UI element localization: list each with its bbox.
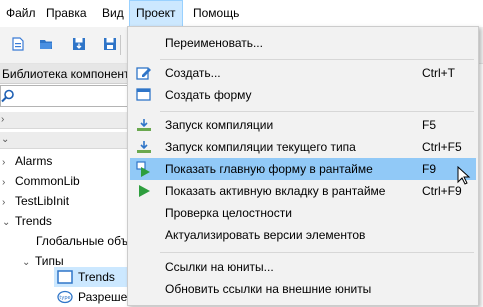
menu-item-label: Ссылки на юниты...: [165, 260, 274, 274]
library-search-input[interactable]: [0, 85, 131, 107]
save-icon[interactable]: [72, 37, 86, 51]
menu-item-update-external-unit-links[interactable]: Обновить ссылки на внешние юниты: [130, 278, 476, 300]
tree-item-label: CommonLib: [15, 174, 80, 188]
menu-bar: Файл Правка Вид Проект Помощь: [0, 0, 483, 27]
save-all-icon[interactable]: [103, 37, 117, 51]
toolbar-separator: [120, 35, 121, 55]
type-icon: type: [57, 290, 73, 304]
tree-item-label: Trends: [15, 214, 52, 228]
play-icon: [139, 185, 150, 197]
menu-item-compile[interactable]: Запуск компиляции F5: [130, 114, 476, 136]
new-form-icon: [136, 88, 151, 101]
project-menu: Переименовать... Создать... Ctrl+T Созда…: [127, 26, 479, 306]
menu-item-compile-current-type[interactable]: Запуск компиляции текущего типа Ctrl+F5: [130, 136, 476, 158]
tree-item-label: Глобальные объ: [36, 234, 129, 248]
menu-item-shortcut: F9: [422, 162, 437, 176]
expand-arrow-icon: ›: [2, 177, 6, 188]
menu-file[interactable]: Файл: [0, 0, 42, 27]
tree-item-label: Trends: [78, 270, 115, 284]
tree-item-label: Alarms: [15, 154, 53, 168]
menu-separator: [160, 59, 474, 60]
form-icon: [57, 270, 73, 284]
search-icon: [1, 89, 14, 103]
menu-item-label: Показать активную вкладку в рантайме: [165, 184, 386, 198]
menu-item-integrity-check[interactable]: Проверка целостности: [130, 202, 476, 224]
tree-item-label: Типы: [35, 254, 64, 268]
menu-item-shortcut: F5: [422, 118, 437, 132]
new-file-icon[interactable]: [11, 37, 25, 51]
menu-item-label: Переименовать...: [165, 36, 263, 50]
tree-item-global-objects[interactable]: Глобальные объ: [36, 231, 128, 251]
chevron-down-icon: ⌄: [1, 134, 10, 145]
svg-text:type: type: [59, 295, 70, 301]
menu-item-label: Проверка целостности: [165, 206, 292, 220]
collapse-arrow-icon: ⌄: [2, 217, 11, 228]
menu-view[interactable]: Вид: [96, 0, 130, 27]
expand-arrow-icon: ›: [2, 197, 6, 208]
menu-edit[interactable]: Правка: [40, 0, 93, 27]
run-form-icon: [136, 161, 150, 177]
tree-item-permissions[interactable]: type Разрешения: [54, 287, 147, 307]
menu-help[interactable]: Помощь: [187, 0, 245, 27]
compile-type-icon: [137, 141, 151, 153]
menu-item-label: Создать форму: [165, 88, 252, 102]
library-group-expanded[interactable]: ⌄: [0, 132, 131, 149]
menu-separator: [160, 252, 474, 253]
tree-item-alarms[interactable]: › Alarms: [2, 151, 52, 171]
menu-separator: [160, 111, 474, 112]
menu-item-label: Запуск компиляции текущего типа: [165, 140, 356, 154]
expand-arrow-icon: ›: [2, 157, 6, 168]
menu-item-show-active-tab-runtime[interactable]: Показать активную вкладку в рантайме Ctr…: [130, 180, 476, 202]
compile-icon: [137, 119, 151, 131]
tree-item-trends[interactable]: ⌄ Trends: [2, 211, 52, 231]
menu-item-create[interactable]: Создать... Ctrl+T: [130, 62, 476, 84]
tree-item-trends-type[interactable]: Trends: [54, 267, 131, 287]
library-group-collapsed[interactable]: ›: [0, 112, 131, 129]
menu-item-unit-links[interactable]: Ссылки на юниты...: [130, 256, 476, 278]
menu-item-show-main-form-runtime[interactable]: Показать главную форму в рантайме F9: [130, 158, 476, 180]
chevron-right-icon: ›: [1, 114, 5, 125]
menu-item-label: Запуск компиляции: [165, 118, 274, 132]
library-panel-title: Библиотека компонентов: [0, 64, 131, 84]
tree-item-testlibinit[interactable]: › TestLibInit: [2, 191, 69, 211]
open-folder-icon[interactable]: [39, 37, 53, 51]
menu-item-label: Актуализировать версии элементов: [165, 228, 366, 242]
mouse-cursor-icon: [457, 166, 471, 185]
menu-item-label: Обновить ссылки на внешние юниты: [165, 282, 372, 296]
edit-icon: [136, 67, 151, 80]
menu-project[interactable]: Проект: [129, 0, 183, 27]
menu-item-shortcut: Ctrl+T: [422, 66, 455, 80]
menu-item-create-form[interactable]: Создать форму: [130, 84, 476, 106]
menu-item-rename[interactable]: Переименовать...: [130, 32, 476, 54]
menu-item-label: Создать...: [165, 66, 221, 80]
menu-item-label: Показать главную форму в рантайме: [165, 162, 373, 176]
tree-item-label: TestLibInit: [15, 194, 70, 208]
menu-item-shortcut: Ctrl+F9: [422, 184, 462, 198]
menu-item-shortcut: Ctrl+F5: [422, 140, 462, 154]
collapse-arrow-icon: ⌄: [22, 257, 31, 268]
menu-item-update-element-versions[interactable]: Актуализировать версии элементов: [130, 224, 476, 246]
tree-item-commonlib[interactable]: › CommonLib: [2, 171, 80, 191]
